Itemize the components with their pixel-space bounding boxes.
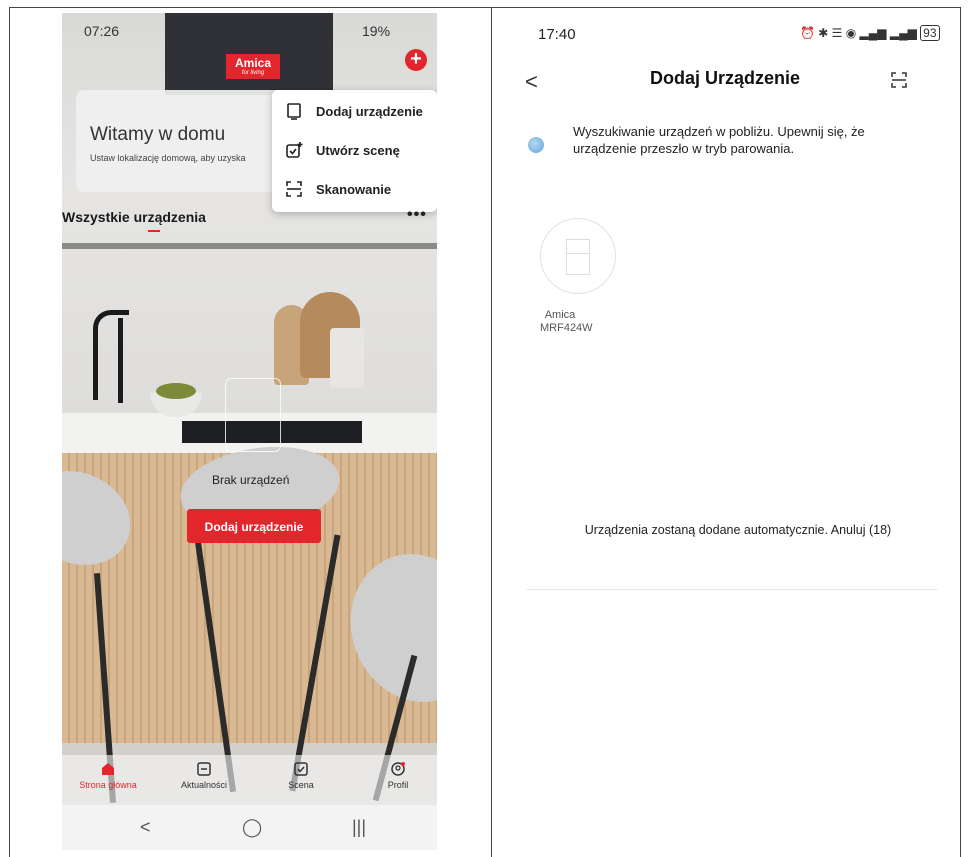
panel-divider (491, 7, 492, 857)
scan-icon (286, 181, 302, 197)
add-device-button[interactable]: Dodaj urządzenie (187, 509, 321, 543)
home-icon (102, 763, 114, 775)
plus-icon: + (410, 48, 422, 70)
search-status-text: Wyszukiwanie urządzeń w pobliżu. Upewnij… (573, 124, 865, 156)
system-recents-button[interactable]: ||| (352, 817, 366, 838)
menu-item-create-scene[interactable]: Utwórz scenę (272, 133, 437, 169)
searching-spinner-icon (528, 137, 544, 153)
bottom-navigation: Strona główna Aktualności Scena Profil (62, 755, 437, 805)
nav-scene[interactable]: Scena (261, 761, 341, 790)
nav-profile[interactable]: Profil (358, 761, 437, 790)
battery-level: 93 (920, 25, 940, 41)
found-device-card[interactable] (540, 218, 616, 294)
welcome-card[interactable]: Witamy w domu Ustaw lokalizację domową, … (76, 90, 296, 192)
menu-item-scan[interactable]: Skanowanie (272, 172, 437, 208)
bottom-divider (526, 589, 938, 590)
scene-icon (294, 762, 308, 776)
fridge-icon (566, 239, 590, 275)
scan-icon[interactable] (890, 71, 908, 89)
device-add-icon (287, 103, 301, 120)
nav-news[interactable]: Aktualności (164, 761, 244, 790)
status-time: 17:40 (538, 26, 576, 43)
empty-state-text: Brak urządzeń (212, 473, 290, 487)
welcome-subtitle: Ustaw lokalizację domową, aby uzyska (90, 153, 246, 163)
battery-level: 19% (362, 23, 391, 39)
news-icon (197, 762, 211, 776)
menu-item-add-device[interactable]: Dodaj urządzenie (272, 94, 437, 130)
status-time: 07:26 (84, 23, 120, 39)
auto-add-cancel-text[interactable]: Urządzenia zostaną dodane automatycznie.… (538, 523, 938, 537)
amica-logo: Amica for living (226, 54, 280, 79)
add-menu-popup: Dodaj urządzenie Utwórz scenę Skanowanie (272, 90, 437, 212)
system-home-button[interactable]: ◯ (242, 817, 262, 838)
tab-underline (148, 230, 160, 232)
left-phone-screen: Amica for living 07:26 19% + Witamy w do… (62, 13, 437, 850)
status-icons: ⏰ ✱ ☰ ◉ ▂▄▆ ▂▄▆ 93 (800, 25, 940, 41)
add-plus-button[interactable]: + (405, 49, 427, 71)
found-device-name: Amica MRF424W (540, 309, 593, 334)
nav-home[interactable]: Strona główna (68, 761, 148, 790)
system-back-button[interactable]: < (140, 817, 151, 838)
device-placeholder-icon (225, 378, 281, 452)
system-navigation-bar: < ◯ ||| (62, 805, 437, 850)
profile-icon (391, 762, 405, 776)
right-phone-screen: 17:40 ⏰ ✱ ☰ ◉ ▂▄▆ ▂▄▆ 93 < Dodaj Urządze… (520, 13, 940, 603)
more-options-icon[interactable]: ••• (407, 206, 427, 224)
page-title: Dodaj Urządzenie (650, 68, 801, 88)
chevron-left-icon: < (525, 69, 538, 94)
scene-create-icon (286, 142, 303, 158)
section-title-all-devices[interactable]: Wszystkie urządzenia (62, 209, 206, 225)
status-icon: ⏰ ✱ ☰ ◉ ▂▄▆ ▂▄▆ (800, 26, 921, 40)
welcome-title: Witamy w domu (90, 124, 226, 145)
back-button[interactable]: < (525, 69, 538, 95)
